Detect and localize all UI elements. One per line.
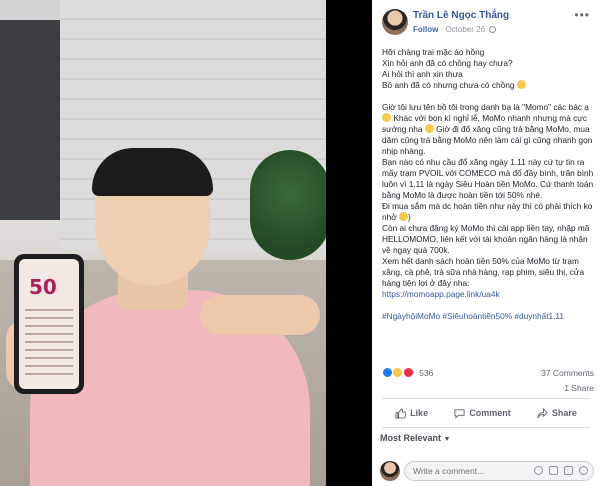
- composer-icons: [534, 466, 588, 475]
- hair: [92, 148, 213, 196]
- sort-label: Most Relevant: [380, 433, 442, 443]
- like-label: Like: [410, 408, 429, 418]
- follow-link[interactable]: Follow: [413, 25, 438, 34]
- main-paragraph: Giờ tôi lưu tên bồ tôi trong danh bạ là …: [382, 102, 596, 289]
- divider: [382, 398, 590, 399]
- poem-paragraph: Hỡi chàng trai mặc áo hồng Xin hỏi anh đ…: [382, 47, 596, 91]
- reaction-count[interactable]: 536: [419, 368, 433, 378]
- poem-line: Hỡi chàng trai mặc áo hồng: [382, 47, 485, 57]
- emoji-icon: [516, 80, 526, 89]
- emoji-icon: [382, 113, 391, 122]
- emoji-icon: [398, 212, 408, 221]
- comment-composer: [380, 456, 596, 484]
- comment-label: Comment: [469, 408, 511, 418]
- comments-count[interactable]: 37 Comments: [541, 368, 594, 378]
- text-segment: Đi mua sắm mà dc hoàn tiền như này thì c…: [382, 201, 593, 222]
- like-button[interactable]: Like: [395, 407, 429, 419]
- phone-screen: 50: [19, 259, 79, 389]
- post-photo[interactable]: 50: [0, 0, 326, 486]
- hashtags: #NgàyhộiMoMo #Siêuhoàntiền50% #duynhất1.…: [382, 311, 596, 322]
- love-reaction-icon: [402, 367, 414, 379]
- author-avatar[interactable]: [382, 9, 408, 35]
- text-segment: Bạn nào có nhu cầu đổ xăng ngày 1.11 này…: [382, 157, 594, 200]
- pointing-arm: [200, 295, 320, 335]
- shares-count[interactable]: 1 Share: [564, 383, 594, 393]
- post-header: Trần Lê Ngọc Thắng Follow · October 26 •…: [372, 0, 600, 42]
- comment-button[interactable]: Comment: [454, 408, 511, 419]
- comment-icon: [454, 408, 465, 419]
- comment-sort-dropdown[interactable]: Most Relevant ▼: [380, 433, 450, 443]
- like-reaction-icon: [382, 367, 393, 379]
- like-icon: [395, 407, 407, 419]
- share-label: Share: [551, 408, 577, 418]
- share-icon: [537, 407, 548, 418]
- momo-link[interactable]: https://momoapp.page.link/ua4k: [382, 289, 500, 299]
- poem-line: Xin hỏi anh đã có chồng hay chưa?: [382, 58, 513, 68]
- text-segment: Giờ tôi lưu tên bồ tôi trong danh bạ là …: [382, 102, 589, 112]
- tree: [250, 150, 326, 260]
- phone-screen-lines: [25, 309, 73, 379]
- link-paragraph: https://momoapp.page.link/ua4k: [382, 289, 596, 300]
- reaction-bar[interactable]: 536 37 Comments: [382, 367, 594, 381]
- dots-icon[interactable]: •••: [574, 8, 590, 22]
- haha-reaction-icon: [392, 367, 404, 379]
- photo-viewer: 50 Trần Lê Ngọc Thắng Follow · October 2…: [0, 0, 600, 486]
- post-date[interactable]: October 26: [445, 25, 485, 34]
- post-panel: Trần Lê Ngọc Thắng Follow · October 26 •…: [372, 0, 600, 486]
- text-segment: ): [407, 212, 411, 222]
- phone: 50: [14, 254, 84, 394]
- divider: [382, 427, 590, 428]
- post-text: Hỡi chàng trai mặc áo hồng Xin hỏi anh đ…: [382, 47, 596, 333]
- gif-icon[interactable]: [564, 466, 573, 475]
- camera-icon[interactable]: [549, 466, 558, 475]
- viewer-avatar: [380, 461, 400, 481]
- text-segment: Còn ai chưa đăng ký MoMo thì cài app liề…: [382, 223, 590, 255]
- sticker-icon[interactable]: [579, 466, 588, 475]
- emoji-icon[interactable]: [534, 466, 543, 475]
- post-meta: Follow · October 26: [413, 25, 497, 34]
- emoji-icon: [424, 124, 434, 133]
- poem-line: Ai hỏi thì anh xin thưa: [382, 69, 463, 79]
- hashtag-links[interactable]: #NgàyhộiMoMo #Siêuhoàntiền50% #duynhất1.…: [382, 311, 564, 321]
- action-bar: Like Comment Share: [382, 400, 590, 426]
- chevron-down-icon: ▼: [443, 436, 451, 443]
- poem-line: Bồ anh đã có nhưng chưa có chồng: [382, 80, 515, 90]
- share-button[interactable]: Share: [537, 407, 577, 419]
- phone-screen-number: 50: [29, 275, 57, 299]
- text-segment: Xem hết danh sách hoàn tiền 50% của MoMo…: [382, 256, 585, 288]
- globe-icon: [489, 26, 497, 33]
- author-name[interactable]: Trần Lê Ngọc Thắng: [413, 10, 509, 21]
